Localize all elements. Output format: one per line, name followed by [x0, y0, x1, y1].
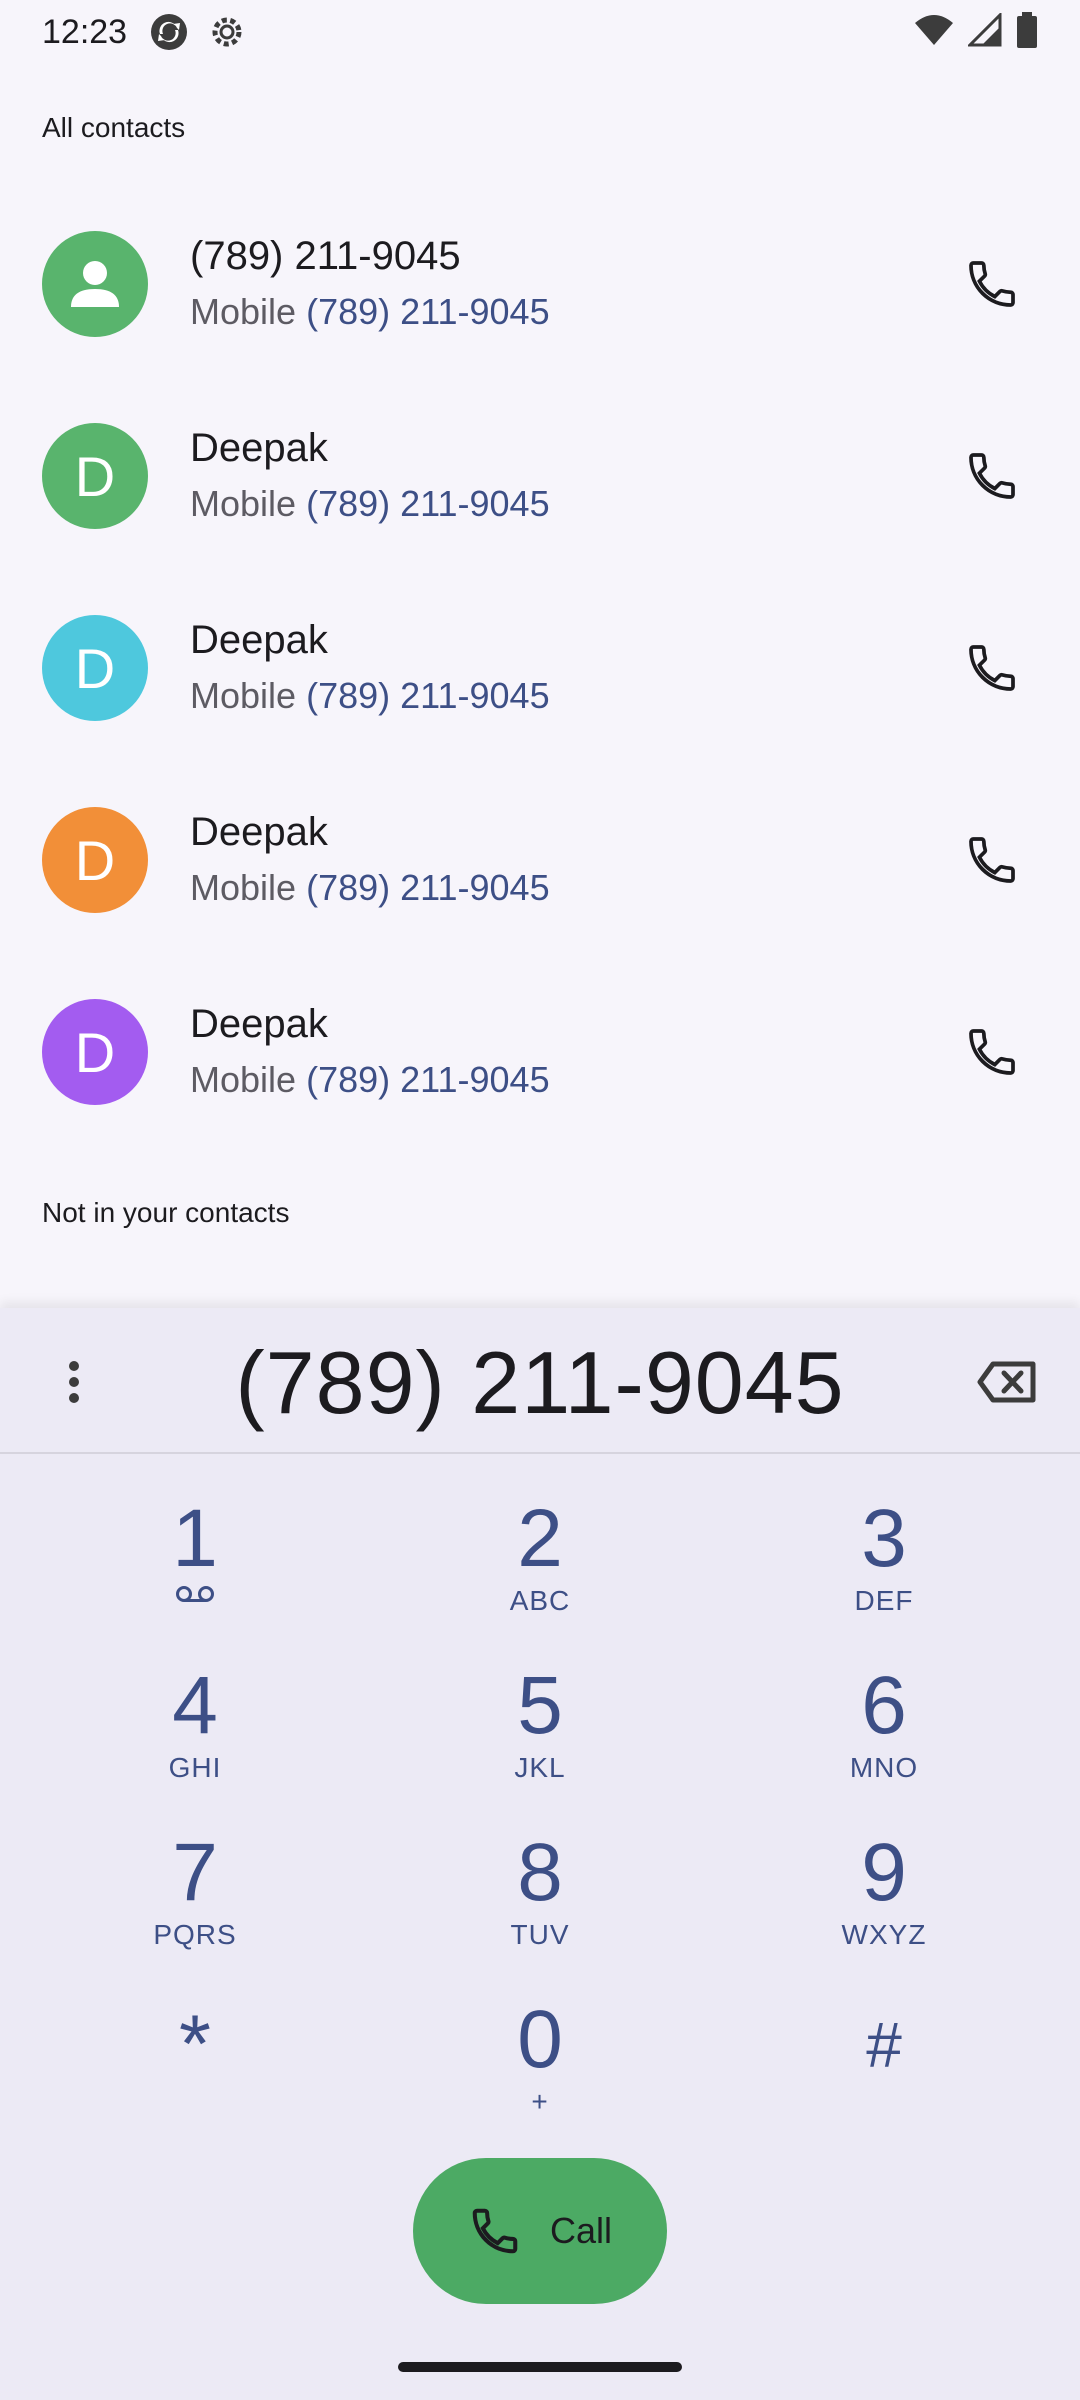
key-letters: ABC: [509, 1585, 571, 1616]
contact-row[interactable]: D Deepak Mobile (789) 211-9045: [0, 380, 1080, 572]
key-digit: 3: [861, 1493, 907, 1584]
contact-number: (789) 211-9045: [306, 867, 550, 908]
key-digit: 6: [861, 1660, 907, 1751]
phone-call-icon[interactable]: [956, 1016, 1028, 1088]
dialpad-key-1[interactable]: 1: [65, 1494, 325, 1644]
contact-name: Deepak: [190, 426, 328, 470]
avatar: D: [42, 999, 148, 1105]
call-button[interactable]: Call: [413, 2158, 667, 2304]
key-digit: 1: [172, 1493, 218, 1584]
key-digit: 7: [172, 1827, 218, 1918]
dialpad-key-0[interactable]: 0 +: [410, 1995, 670, 2145]
contact-name: Deepak: [190, 810, 328, 854]
contact-name: (789) 211-9045: [190, 234, 461, 278]
key-digit: *: [179, 1999, 211, 2090]
section-header-not-in-contacts: Not in your contacts: [42, 1197, 290, 1228]
signal-icon: [966, 10, 1002, 52]
voicemail-icon: [65, 1584, 325, 1614]
key-digit: 2: [517, 1493, 563, 1584]
contact-label: Mobile: [190, 867, 297, 908]
settings-gear-icon: [207, 12, 247, 52]
key-digit: 5: [517, 1660, 563, 1751]
contact-row[interactable]: D Deepak Mobile (789) 211-9045: [0, 764, 1080, 956]
contact-number: (789) 211-9045: [306, 1059, 550, 1100]
phone-call-icon[interactable]: [956, 824, 1028, 896]
wifi-icon: [914, 13, 954, 52]
battery-icon: [1016, 11, 1038, 53]
key-letters: +: [531, 2086, 549, 2117]
contact-name: Deepak: [190, 1002, 328, 1046]
more-options-icon[interactable]: [50, 1352, 98, 1412]
dialpad-key-2[interactable]: 2 ABC: [410, 1494, 670, 1644]
dialpad-key-4[interactable]: 4 GHI: [65, 1661, 325, 1811]
dialpad-key-3[interactable]: 3 DEF: [754, 1494, 1014, 1644]
contact-number: (789) 211-9045: [306, 291, 550, 332]
dialpad-key-8[interactable]: 8 TUV: [410, 1828, 670, 1978]
contact-number: (789) 211-9045: [306, 675, 550, 716]
dialpad-key-7[interactable]: 7 PQRS: [65, 1828, 325, 1978]
status-bar: 12:23: [0, 0, 1080, 64]
contact-number: (789) 211-9045: [306, 483, 550, 524]
dialed-digits-field[interactable]: (789) 211-9045: [120, 1328, 960, 1438]
call-button-label: Call: [549, 2210, 612, 2251]
person-icon: [71, 261, 119, 307]
key-letters: JKL: [514, 1752, 566, 1783]
key-letters: MNO: [849, 1752, 919, 1783]
key-digit: 9: [861, 1827, 907, 1918]
dialpad-key-6[interactable]: 6 MNO: [754, 1661, 1014, 1811]
contact-label: Mobile: [190, 291, 297, 332]
contact-row[interactable]: (789) 211-9045 Mobile (789) 211-9045: [0, 188, 1080, 380]
avatar: [42, 231, 148, 337]
key-digit: 0: [517, 1994, 563, 2085]
home-indicator[interactable]: [398, 2362, 682, 2372]
dialpad-key-9[interactable]: 9 WXYZ: [754, 1828, 1014, 1978]
dialpad-key-5[interactable]: 5 JKL: [410, 1661, 670, 1811]
phone-icon: [472, 2208, 518, 2254]
phone-call-icon[interactable]: [956, 440, 1028, 512]
key-letters: WXYZ: [841, 1919, 927, 1950]
phone-call-icon[interactable]: [956, 248, 1028, 320]
dialpad-key-star[interactable]: *: [65, 2000, 325, 2150]
contact-row[interactable]: D Deepak Mobile (789) 211-9045: [0, 572, 1080, 764]
key-digit: 4: [172, 1660, 218, 1751]
status-time: 12:23: [42, 12, 128, 51]
contact-label: Mobile: [190, 483, 297, 524]
contact-name: Deepak: [190, 618, 328, 662]
avatar: D: [42, 615, 148, 721]
contact-label: Mobile: [190, 675, 297, 716]
key-letters: TUV: [510, 1919, 570, 1950]
key-letters: GHI: [168, 1752, 222, 1783]
key-letters: PQRS: [153, 1919, 237, 1950]
section-header-all-contacts: All contacts: [42, 112, 186, 143]
backspace-icon[interactable]: [972, 1352, 1042, 1412]
key-digit: #: [866, 2009, 902, 2081]
dialpad-key-hash[interactable]: #: [754, 2000, 1014, 2150]
avatar: D: [42, 423, 148, 529]
contact-label: Mobile: [190, 1059, 297, 1100]
avatar: D: [42, 807, 148, 913]
key-letters: DEF: [854, 1585, 914, 1616]
phone-call-icon[interactable]: [956, 632, 1028, 704]
key-digit: 8: [517, 1827, 563, 1918]
digits-bar: (789) 211-9045: [0, 1308, 1080, 1454]
sync-icon: [149, 12, 189, 52]
contact-row[interactable]: D Deepak Mobile (789) 211-9045: [0, 956, 1080, 1148]
